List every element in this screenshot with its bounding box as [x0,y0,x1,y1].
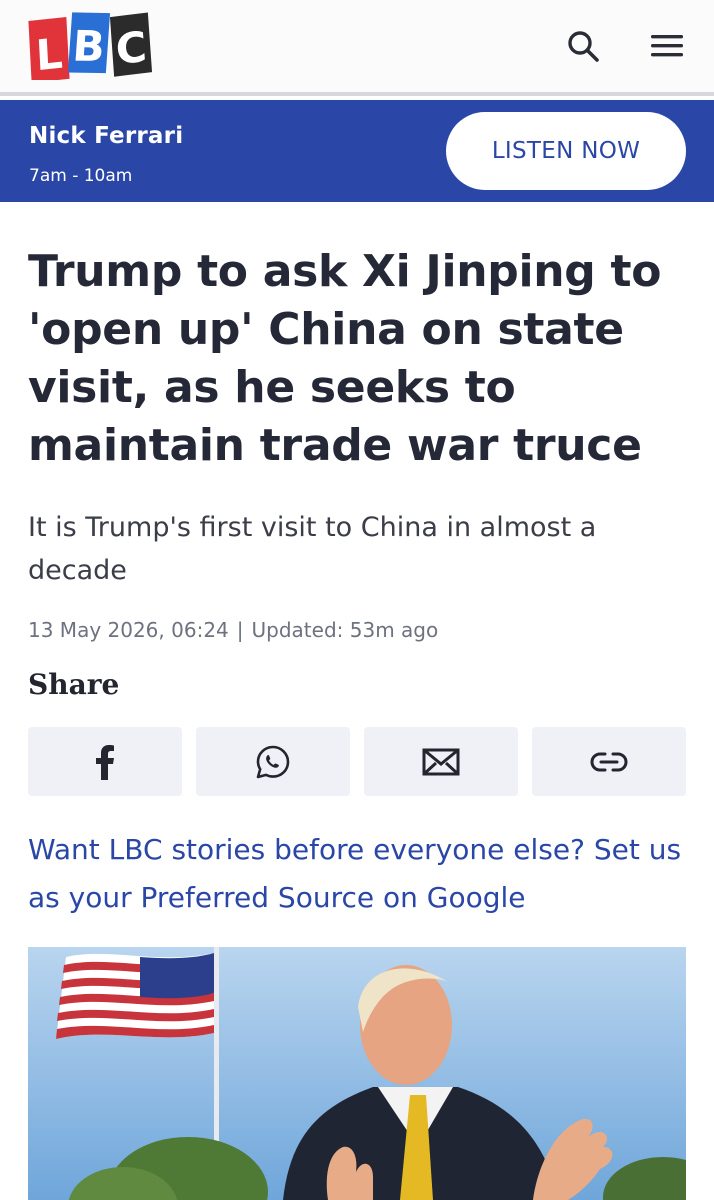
share-heading: Share [28,668,120,701]
listen-now-button[interactable]: LISTEN NOW [446,112,686,190]
meta-separator: | [236,618,244,642]
article-standfirst: It is Trump's first visit to China in al… [28,512,597,586]
search-icon [568,31,599,62]
logo-letter-b: B [71,22,106,72]
link-icon [590,752,628,771]
article-hero-image[interactable] [28,947,686,1200]
lbc-logo[interactable]: L B C [28,12,154,80]
us-flag-graphic [56,953,214,1039]
copy-link-button[interactable] [532,727,686,796]
share-whatsapp-button[interactable] [196,727,350,796]
share-facebook-button[interactable] [28,727,182,796]
logo-letter-l: L [35,29,64,80]
menu-button[interactable] [644,26,690,66]
site-header: L B C [0,0,714,96]
email-icon [422,748,460,775]
published-date: 13 May 2026, 06:24 [28,618,229,642]
updated-time: Updated: 53m ago [251,618,439,642]
show-time: 7am - 10am [29,166,133,186]
article-meta: 13 May 2026, 06:24 | Updated: 53m ago [28,618,438,642]
preferred-source-link[interactable]: Want LBC stories before everyone else? S… [28,826,698,922]
whatsapp-icon [256,745,290,778]
article-headline: Trump to ask Xi Jinping to 'open up' Chi… [28,246,662,471]
presenter-name: Nick Ferrari [29,123,184,149]
share-buttons [28,727,686,796]
share-email-button[interactable] [364,727,518,796]
search-button[interactable] [560,26,606,66]
hamburger-menu-icon [651,35,683,57]
logo-letter-c: C [114,22,148,74]
facebook-icon [96,744,114,780]
